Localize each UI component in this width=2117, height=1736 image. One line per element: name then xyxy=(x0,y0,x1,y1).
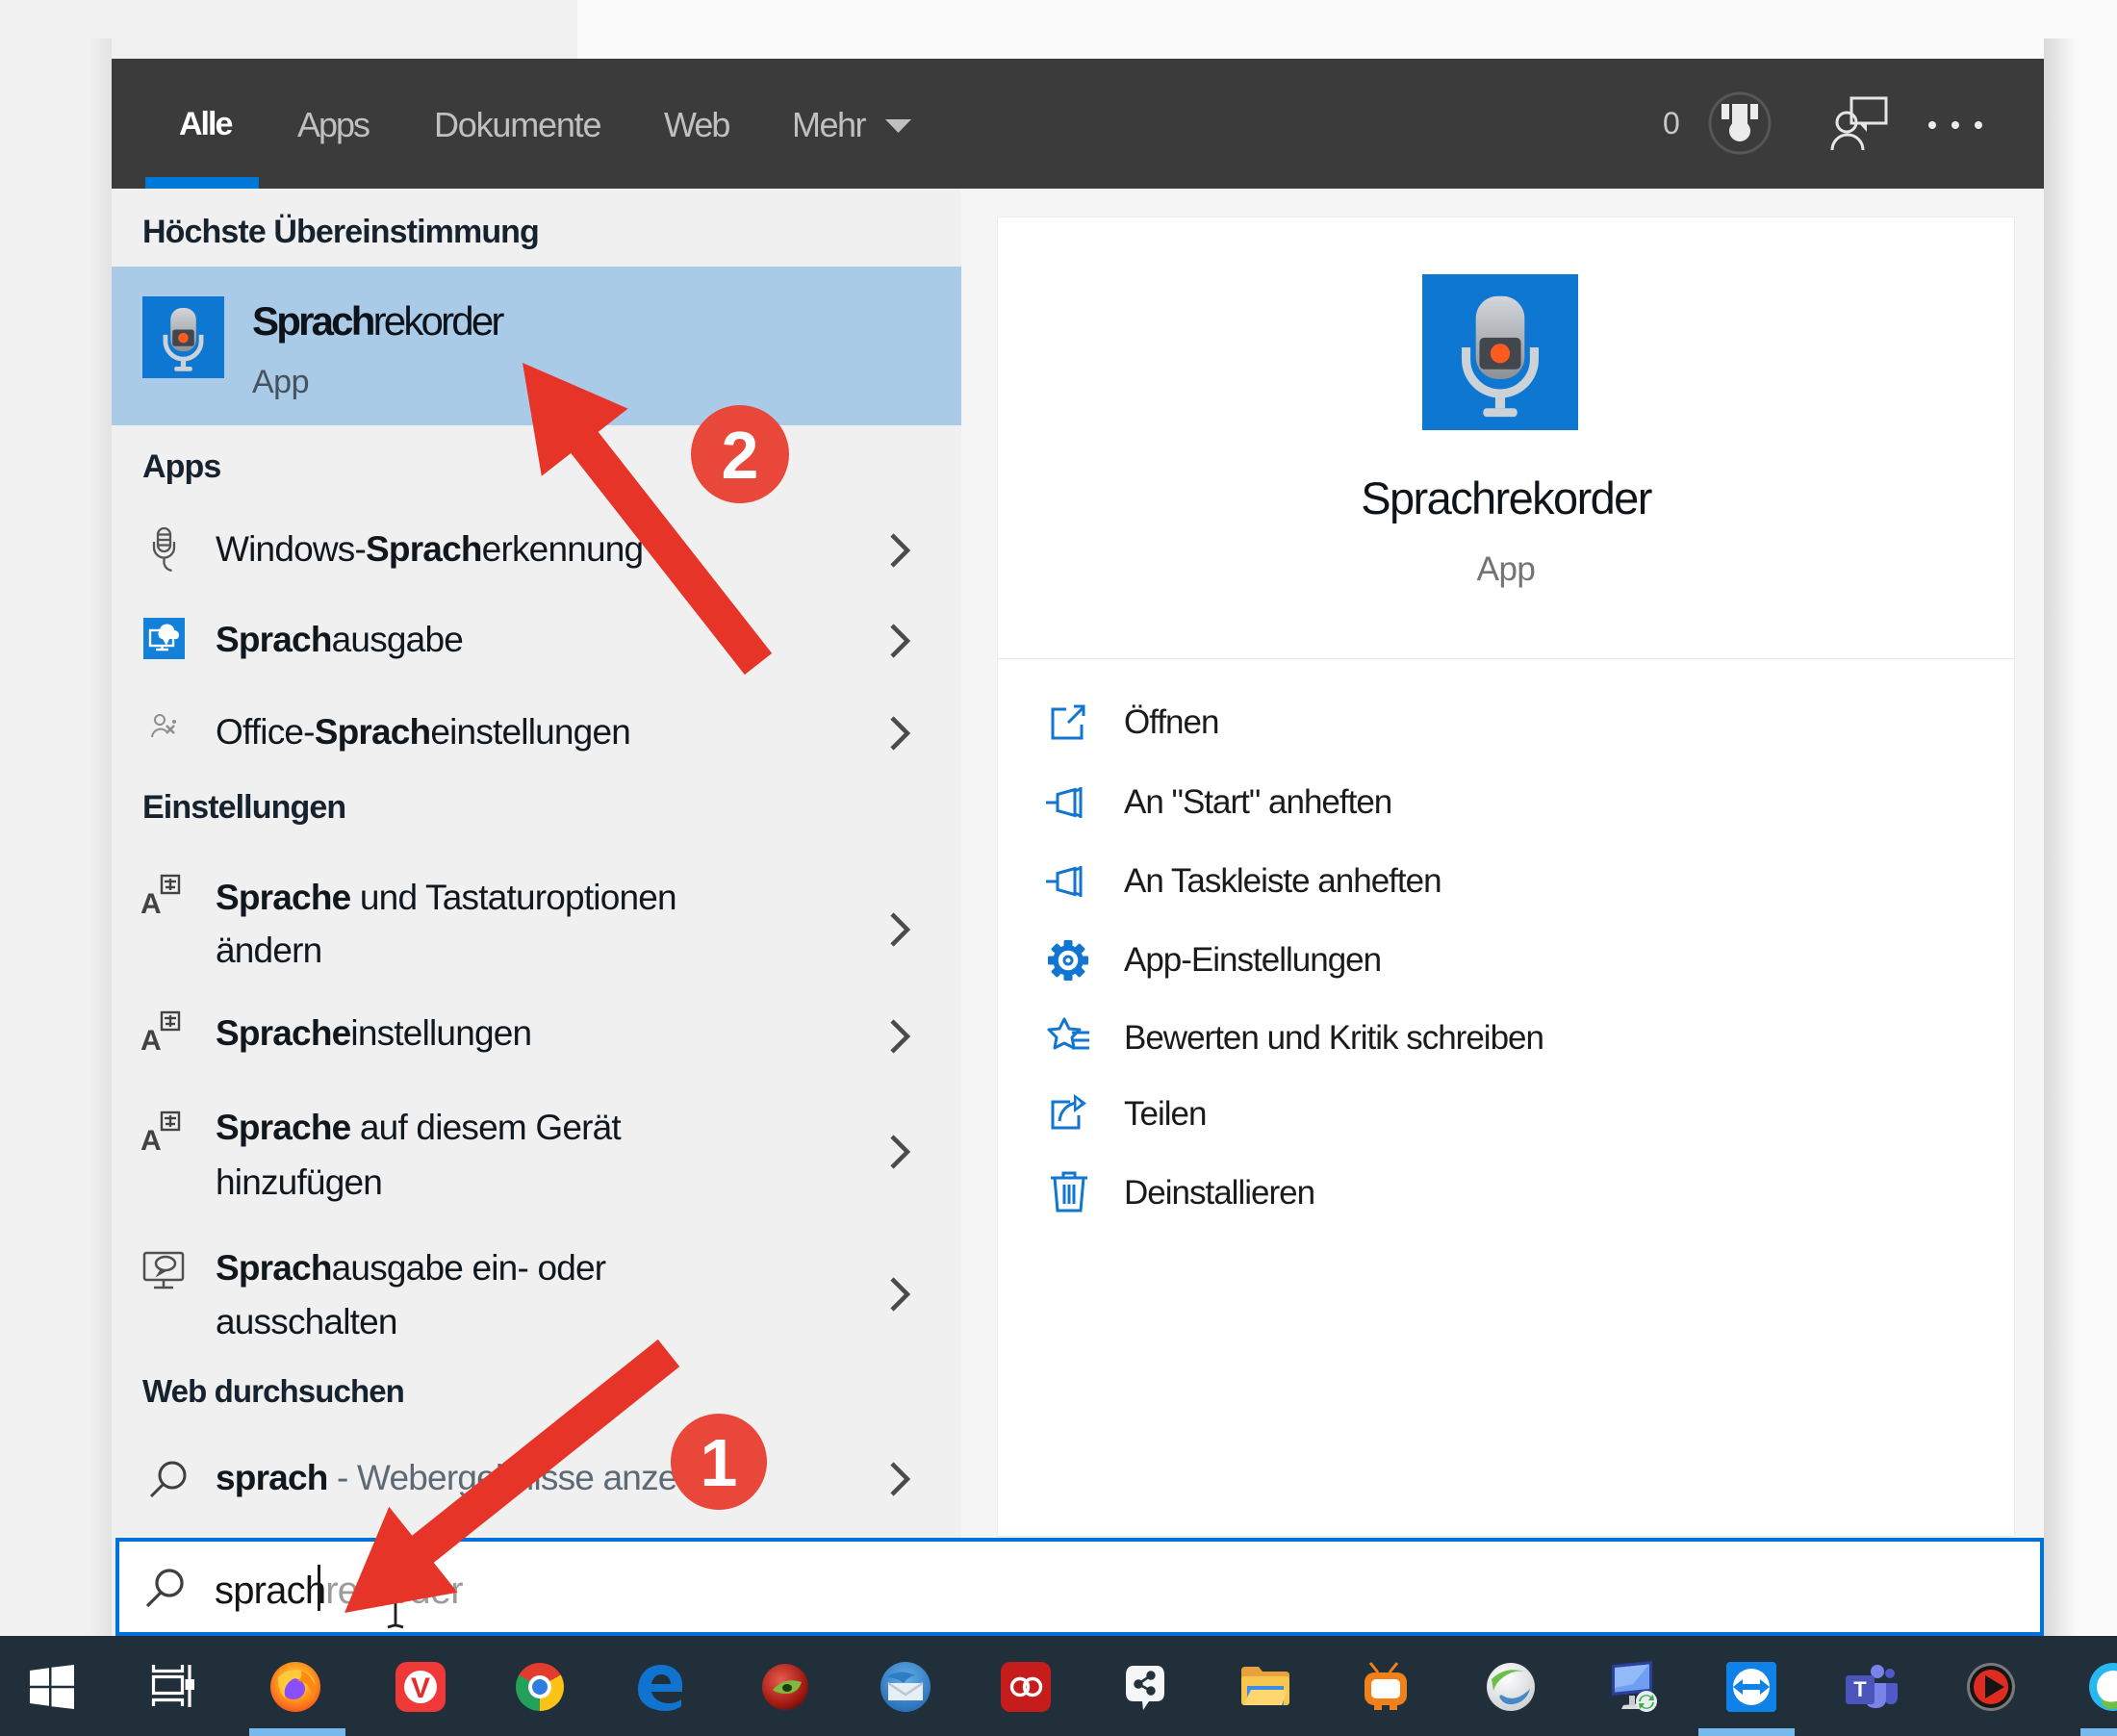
svg-text:1: 1 xyxy=(701,1425,738,1500)
svg-text:2: 2 xyxy=(722,418,759,493)
